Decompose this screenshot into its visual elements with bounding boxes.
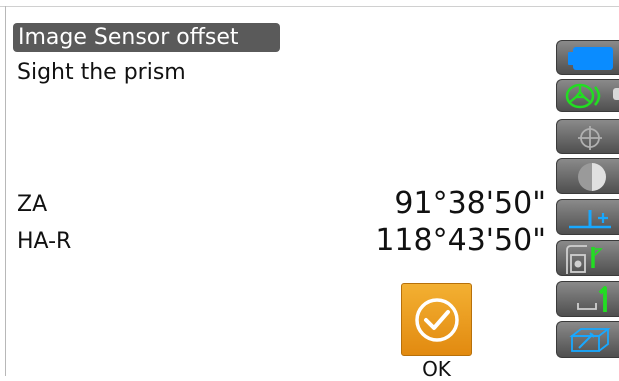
interface-button[interactable]: [556, 281, 619, 317]
left-frame: [5, 6, 6, 376]
battery-icon: [568, 47, 613, 70]
prism-edm-icon: [566, 245, 603, 274]
survey-screen: Image Sensor offset Sight the prism ZA 9…: [0, 0, 619, 381]
za-label: ZA: [17, 192, 48, 217]
tilt-button[interactable]: [556, 199, 619, 235]
battery-button[interactable]: [556, 40, 619, 75]
half-circle-icon: [578, 163, 606, 191]
keyboard-pen-icon: [569, 328, 611, 352]
prism-target-icon: [565, 83, 601, 109]
za-value: 91°38'50": [394, 186, 546, 221]
edm-mode-button[interactable]: [556, 240, 619, 276]
ha-r-label: HA-R: [17, 229, 72, 254]
laser-pointer-button[interactable]: [556, 119, 619, 154]
screen-title: Image Sensor offset: [13, 23, 280, 52]
ok-button[interactable]: [401, 283, 472, 356]
scroll-edge-indicator: [613, 88, 619, 100]
input-mode-button[interactable]: [556, 321, 619, 358]
tilt-plus-icon: [569, 210, 611, 229]
instruction-text: Sight the prism: [17, 60, 186, 85]
checkmark-circle-icon: [415, 298, 459, 342]
crosshair-icon: [578, 126, 602, 150]
ok-button-label[interactable]: OK: [401, 357, 472, 381]
target-prism-button[interactable]: [556, 79, 619, 112]
illumination-button[interactable]: [556, 158, 619, 194]
interface-one-icon: [577, 286, 607, 312]
top-frame: [0, 0, 619, 7]
ha-r-value: 118°43'50": [375, 223, 546, 258]
